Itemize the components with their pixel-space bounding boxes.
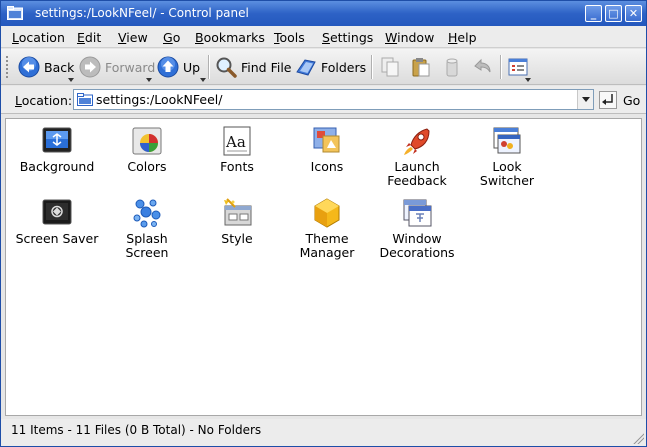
forward-label: Forward <box>105 59 156 75</box>
window-title: settings:/LookNFeel/ - Control panel <box>35 6 249 20</box>
title-bar[interactable]: settings:/LookNFeel/ - Control panel _ □… <box>1 1 646 26</box>
konqueror-window: settings:/LookNFeel/ - Control panel _ □… <box>0 0 647 447</box>
back-button[interactable]: Back <box>18 53 74 81</box>
icon-view[interactable]: Background Colors Aa Fonts Icons Launch … <box>5 118 642 416</box>
toolbar-separator <box>371 55 373 79</box>
item-label: Theme Manager <box>299 231 355 260</box>
view-mode-button[interactable] <box>507 53 529 81</box>
item-fonts[interactable]: Aa Fonts <box>192 125 282 174</box>
status-bar: 11 Items - 11 Files (0 B Total) - No Fol… <box>1 419 646 446</box>
go-button[interactable]: Go <box>599 90 640 110</box>
menu-location[interactable]: Location <box>12 30 65 45</box>
item-icons[interactable]: Icons <box>282 125 372 174</box>
minimize-button[interactable]: _ <box>585 5 602 22</box>
menu-view[interactable]: View <box>118 30 148 45</box>
window-decorations-icon <box>403 199 432 227</box>
splash-screen-icon <box>133 199 161 228</box>
item-look-switcher[interactable]: Look Switcher <box>462 125 552 188</box>
item-theme-manager[interactable]: Theme Manager <box>282 197 372 260</box>
rocket-icon <box>404 128 430 155</box>
menu-edit[interactable]: Edit <box>77 30 101 45</box>
item-label: Splash Screen <box>125 231 169 260</box>
up-dropdown[interactable] <box>200 78 206 82</box>
theme-manager-icon <box>314 198 340 228</box>
forward-history-dropdown[interactable] <box>146 78 152 82</box>
icons-icon <box>313 127 340 153</box>
item-window-decorations[interactable]: Window Decorations <box>372 197 462 260</box>
item-label: Icons <box>310 159 344 174</box>
trash-button[interactable] <box>441 53 463 81</box>
colors-icon <box>132 127 162 155</box>
location-bar: Location: Go <box>1 86 646 114</box>
forward-button[interactable]: Forward <box>79 53 155 81</box>
screen-saver-icon <box>42 199 72 225</box>
menu-settings[interactable]: Settings <box>322 30 373 45</box>
item-label: Colors <box>127 159 167 174</box>
item-style[interactable]: Style <box>192 197 282 246</box>
toolbar-grip[interactable] <box>5 55 9 79</box>
location-history-dropdown[interactable] <box>577 90 593 109</box>
item-label: Screen Saver <box>15 231 99 246</box>
item-label: Fonts <box>220 159 254 174</box>
find-file-button[interactable]: Find File <box>215 53 292 81</box>
maximize-button[interactable]: □ <box>605 5 622 22</box>
menu-bar: Location Edit View Go Bookmarks Tools Se… <box>1 26 646 48</box>
item-label: Look Switcher <box>479 159 535 188</box>
view-mode-dropdown[interactable] <box>525 78 531 82</box>
location-input[interactable] <box>96 91 566 108</box>
main-toolbar: Back Forward Up Find File Folders <box>1 49 646 85</box>
menu-go[interactable]: Go <box>163 30 180 45</box>
menu-tools[interactable]: Tools <box>274 30 305 45</box>
status-text: 11 Items - 11 Files (0 B Total) - No Fol… <box>11 423 262 437</box>
back-arrow-icon <box>18 56 40 78</box>
folder-icon <box>77 93 93 106</box>
look-switcher-icon <box>493 127 521 154</box>
svg-text:Aa: Aa <box>225 133 246 151</box>
toolbar-separator <box>208 55 210 79</box>
up-button[interactable]: Up <box>157 53 200 81</box>
up-arrow-icon <box>157 56 179 78</box>
folders-label: Folders <box>321 59 367 75</box>
folders-button[interactable]: Folders <box>295 53 366 81</box>
toolbar-separator <box>500 55 502 79</box>
undo-button[interactable] <box>471 53 493 81</box>
menu-help[interactable]: Help <box>448 30 477 45</box>
style-icon <box>224 198 252 226</box>
resize-grip[interactable] <box>632 432 644 444</box>
go-icon <box>599 91 617 109</box>
item-colors[interactable]: Colors <box>102 125 192 174</box>
fonts-icon: Aa <box>223 126 251 156</box>
back-label: Back <box>44 59 75 75</box>
close-button[interactable]: ✕ <box>625 5 642 22</box>
copy-icon <box>381 57 399 77</box>
trash-icon <box>446 58 458 77</box>
item-splash-screen[interactable]: Splash Screen <box>102 197 192 260</box>
background-icon <box>42 127 72 153</box>
menu-window[interactable]: Window <box>385 30 434 45</box>
location-label: Location: <box>15 93 73 108</box>
item-label: Style <box>221 231 253 246</box>
item-background[interactable]: Background <box>12 125 102 174</box>
magnifier-icon <box>216 57 237 78</box>
paste-icon <box>412 58 430 77</box>
item-label: Window Decorations <box>379 231 455 260</box>
forward-arrow-icon <box>79 56 101 78</box>
menu-bookmarks[interactable]: Bookmarks <box>195 30 265 45</box>
up-label: Up <box>183 59 201 75</box>
location-field[interactable] <box>73 89 594 110</box>
paste-button[interactable] <box>410 53 432 81</box>
copy-button[interactable] <box>379 53 401 81</box>
undo-icon <box>474 58 491 73</box>
item-label: Launch Feedback <box>387 159 447 188</box>
item-launch-feedback[interactable]: Launch Feedback <box>372 125 462 188</box>
view-mode-icon <box>508 58 528 76</box>
find-file-label: Find File <box>241 59 292 75</box>
folder-icon[interactable] <box>7 6 23 20</box>
item-screen-saver[interactable]: Screen Saver <box>12 197 102 246</box>
folder-tree-icon <box>296 59 316 76</box>
item-label: Background <box>19 159 95 174</box>
back-history-dropdown[interactable] <box>68 78 74 82</box>
go-label: Go <box>623 92 641 108</box>
